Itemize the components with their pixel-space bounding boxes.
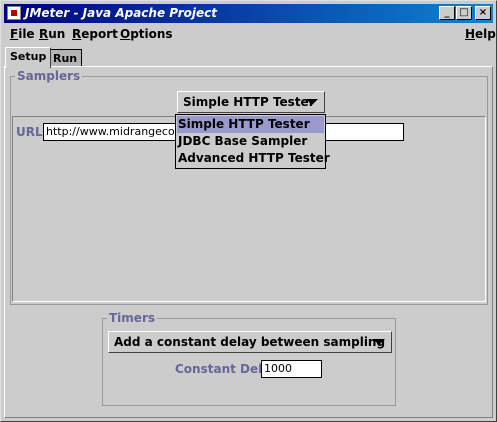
app-icon <box>7 6 21 20</box>
menu-help-mnemonic: H <box>465 27 476 41</box>
sampler-type-select[interactable]: Simple HTTP Tester <box>177 91 325 113</box>
title-bar[interactable]: JMeter - Java Apache Project _ □ × <box>4 4 493 23</box>
timer-type-value: Add a constant delay between sampling <box>114 335 386 349</box>
dropdown-option-advanced-http[interactable]: Advanced HTTP Tester <box>177 150 330 167</box>
menu-help-label: elp <box>475 27 496 41</box>
chevron-down-icon <box>306 99 318 105</box>
menu-file-label: ile <box>18 27 35 41</box>
sampler-type-dropdown-list: Simple HTTP Tester JDBC Base Sampler Adv… <box>175 114 330 169</box>
sampler-type-value: Simple HTTP Tester <box>183 95 315 109</box>
timers-title: Timers <box>107 311 158 325</box>
chevron-down-icon <box>373 339 385 345</box>
close-button[interactable]: × <box>475 6 491 20</box>
jmeter-window: JMeter - Java Apache Project _ □ × File … <box>0 0 497 422</box>
menu-run[interactable]: Run <box>39 27 65 41</box>
menu-report-mnemonic: R <box>72 27 82 41</box>
samplers-group: Samplers Simple HTTP Tester URL http://w… <box>10 69 488 305</box>
menu-options-mnemonic: O <box>120 27 131 41</box>
constant-delay-field[interactable]: 1000 <box>261 360 322 378</box>
menu-options-label: ptions <box>130 27 173 41</box>
tab-run[interactable]: Run <box>48 49 83 67</box>
menu-file-mnemonic: F <box>10 27 19 41</box>
url-label: URL <box>16 125 43 139</box>
menu-report-label: eport <box>81 27 118 41</box>
menu-report[interactable]: Report <box>72 27 118 41</box>
menu-run-mnemonic: R <box>39 27 49 41</box>
timers-group: Timers Add a constant delay between samp… <box>102 311 396 406</box>
maximize-button[interactable]: □ <box>456 6 472 20</box>
minimize-button[interactable]: _ <box>439 6 455 20</box>
menu-file[interactable]: File <box>10 27 35 41</box>
menu-bar: File Run Report Options Help <box>4 24 496 44</box>
samplers-title: Samplers <box>15 69 83 83</box>
window-title: JMeter - Java Apache Project <box>25 6 217 20</box>
timer-type-select[interactable]: Add a constant delay between sampling <box>108 331 392 353</box>
menu-options[interactable]: Options <box>120 27 173 41</box>
tab-setup[interactable]: Setup <box>5 47 52 68</box>
dropdown-option-simple-http[interactable]: Simple HTTP Tester <box>177 116 324 133</box>
menu-help[interactable]: Help <box>465 27 496 41</box>
dropdown-option-jdbc[interactable]: JDBC Base Sampler <box>177 133 324 150</box>
menu-run-label: un <box>48 27 66 41</box>
